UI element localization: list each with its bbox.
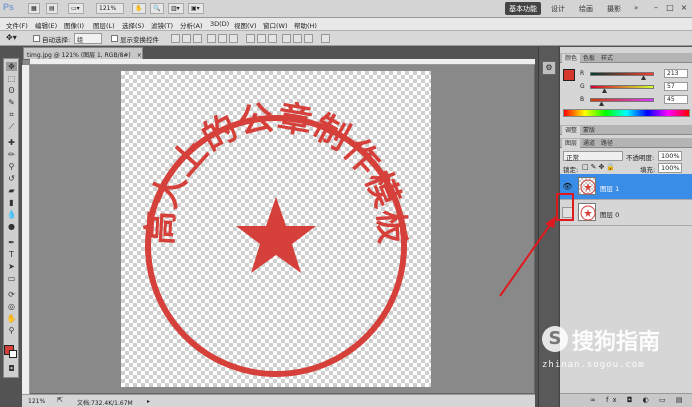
sogou-watermark: S 搜狗指南 zhinan.sogou.com (538, 318, 688, 378)
sogou-logo-icon: S (542, 326, 568, 352)
pointer-arrow-head (545, 216, 556, 228)
highlight-box (556, 193, 574, 221)
watermark-url: zhinan.sogou.com (542, 360, 645, 370)
pointer-arrow-line (499, 221, 553, 297)
watermark-brand: 搜狗指南 (572, 330, 661, 355)
